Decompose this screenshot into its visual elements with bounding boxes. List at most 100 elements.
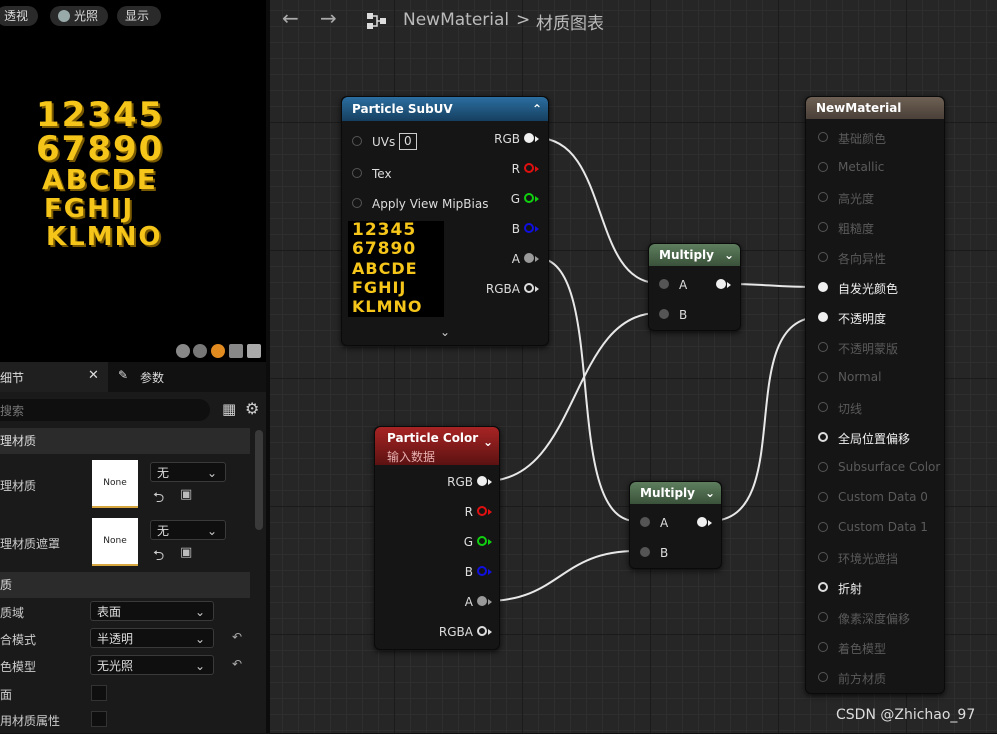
pin-socket[interactable] <box>524 253 534 263</box>
pin-label: A <box>464 595 473 609</box>
pin-socket[interactable] <box>818 642 828 652</box>
pin-socket[interactable] <box>818 312 828 322</box>
pin-socket[interactable] <box>524 223 534 233</box>
pin-out-b[interactable]: B <box>476 222 539 236</box>
pin-label: 高光度 <box>838 192 875 206</box>
pin-socket[interactable] <box>524 283 534 293</box>
pin-socket[interactable] <box>477 626 487 636</box>
pin-socket[interactable] <box>818 252 828 262</box>
node-header[interactable]: Particle Color 输入数据 ⌄ <box>375 427 499 465</box>
pin-out-rgb[interactable]: RGB <box>429 475 492 489</box>
pin-out-result[interactable] <box>716 279 726 289</box>
pin-label: 全局位置偏移 <box>838 432 911 446</box>
pin-label: 像素深度偏移 <box>838 612 911 626</box>
pin-label: RGBA <box>485 282 520 296</box>
pin-out-a[interactable]: A <box>476 252 539 266</box>
pin-label: RGBA <box>438 625 473 639</box>
pin-label: B <box>679 308 688 322</box>
node-title: Particle SubUV <box>352 102 453 116</box>
pin-label: RGB <box>494 132 520 146</box>
collapse-chevron-icon[interactable]: ⌄ <box>724 244 734 266</box>
pin-socket[interactable] <box>524 133 534 143</box>
pin-socket[interactable] <box>818 522 828 532</box>
pin-label: 环境光遮挡 <box>838 552 899 566</box>
pin-socket[interactable] <box>818 162 828 172</box>
pin-label: B <box>660 546 669 560</box>
node-header[interactable]: Particle SubUV ⌃ <box>342 97 548 121</box>
pin-socket[interactable] <box>524 163 534 173</box>
pin-out-result[interactable] <box>697 517 707 527</box>
node-particle-color[interactable]: Particle Color 输入数据 ⌄ RGB R G B A RGBA <box>374 426 500 650</box>
pin-socket[interactable] <box>640 517 650 527</box>
node-title: NewMaterial <box>816 101 902 115</box>
pin-label: Metallic <box>838 160 885 174</box>
pin-socket[interactable] <box>818 372 828 382</box>
pin-socket[interactable] <box>818 492 828 502</box>
pin-socket[interactable] <box>818 582 828 592</box>
pin-out-r[interactable]: R <box>429 505 492 519</box>
pin-out-g[interactable]: G <box>476 192 539 206</box>
pin-label: Normal <box>838 370 882 384</box>
pin-out-rgba[interactable]: RGBA <box>476 282 539 296</box>
pin-label: 自发光颜色 <box>838 282 899 296</box>
pin-socket[interactable] <box>818 672 828 682</box>
pin-socket[interactable] <box>352 168 362 178</box>
pin-out-a[interactable]: A <box>429 595 492 609</box>
expand-chevron-icon[interactable]: ⌄ <box>440 325 450 339</box>
pin-label: A <box>660 516 669 530</box>
node-material-result[interactable]: NewMaterial 基础颜色 Metallic 高光度 粗糙度 各向异性 自发光颜色不… <box>805 96 945 694</box>
texture-glyph-row: FGHIJ <box>352 278 407 297</box>
pin-socket[interactable] <box>818 192 828 202</box>
pin-label: 不透明蒙版 <box>838 342 899 356</box>
node-title: Particle Color <box>387 431 479 445</box>
texture-glyph-row: 67890 <box>352 239 417 259</box>
pin-label: 切线 <box>838 402 863 416</box>
texture-preview: 12345 67890 ABCDE FGHIJ KLMNO <box>348 221 444 317</box>
pin-socket[interactable] <box>477 476 487 486</box>
pin-out-g[interactable]: G <box>429 535 492 549</box>
pin-out-rgba[interactable]: RGBA <box>429 625 492 639</box>
node-header[interactable]: Multiply ⌄ <box>649 244 740 266</box>
pin-socket[interactable] <box>818 282 828 292</box>
pin-socket[interactable] <box>818 342 828 352</box>
pin-socket[interactable] <box>477 506 487 516</box>
pin-socket[interactable] <box>818 132 828 142</box>
texture-glyph-row: ABCDE <box>352 259 418 278</box>
pin-socket[interactable] <box>818 402 828 412</box>
pin-socket[interactable] <box>818 222 828 232</box>
node-particle-subuv[interactable]: Particle SubUV ⌃ UVs 0 Tex Apply View Mi… <box>341 96 549 346</box>
pin-socket[interactable] <box>818 462 828 472</box>
pin-socket[interactable] <box>352 198 362 208</box>
pin-socket[interactable] <box>818 432 828 442</box>
pin-label: B <box>464 565 473 579</box>
pin-socket[interactable] <box>818 552 828 562</box>
collapse-chevron-icon[interactable]: ⌄ <box>705 482 715 504</box>
pin-out-r[interactable]: R <box>476 162 539 176</box>
pin-label: 粗糙度 <box>838 222 875 236</box>
pin-label: Custom Data 0 <box>838 490 928 504</box>
pin-socket[interactable] <box>352 136 362 146</box>
node-multiply[interactable]: Multiply ⌄ A B <box>648 243 741 331</box>
pin-label: 各向异性 <box>838 252 887 266</box>
pin-socket[interactable] <box>524 193 534 203</box>
node-subtitle: 输入数据 <box>387 450 436 464</box>
pin-socket[interactable] <box>477 596 487 606</box>
node-header[interactable]: Multiply ⌄ <box>630 482 721 504</box>
pin-socket[interactable] <box>640 547 650 557</box>
pin-socket[interactable] <box>659 309 669 319</box>
pin-label: G <box>463 535 473 549</box>
pin-socket[interactable] <box>477 566 487 576</box>
texture-glyph-row: KLMNO <box>352 297 423 316</box>
pin-out-rgb[interactable]: RGB <box>476 132 539 146</box>
texture-glyph-row: 12345 <box>352 221 417 240</box>
pin-out-b[interactable]: B <box>429 565 492 579</box>
pin-socket[interactable] <box>659 279 669 289</box>
collapse-chevron-icon[interactable]: ⌄ <box>483 435 493 449</box>
pin-socket[interactable] <box>477 536 487 546</box>
uvs-value-field[interactable]: 0 <box>399 133 417 150</box>
node-header[interactable]: NewMaterial <box>806 97 944 119</box>
collapse-chevron-icon[interactable]: ⌃ <box>532 97 542 121</box>
pin-socket[interactable] <box>818 612 828 622</box>
node-multiply[interactable]: Multiply ⌄ A B <box>629 481 722 569</box>
pin-label: A <box>679 278 688 292</box>
